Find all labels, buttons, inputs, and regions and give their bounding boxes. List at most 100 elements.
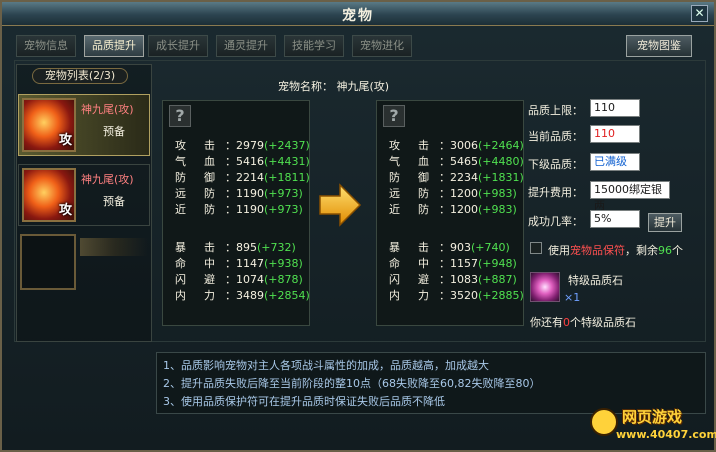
stat-label: 命中 [389, 257, 429, 270]
stat-row: 暴击 ：903(+740) [377, 239, 525, 255]
pet-name-label: 宠物名称： 神九尾(攻) [278, 80, 390, 93]
stat-row: 攻击 ：3006(+2464) [377, 137, 525, 153]
stone-have-count: 0 [563, 316, 570, 329]
stat-colon: ： [225, 241, 236, 254]
stat-value: ：1200(+983) [439, 185, 517, 201]
stat-value: ：3489(+2854) [225, 287, 310, 303]
pet-gallery-button[interactable]: 宠物图鉴 [626, 35, 692, 57]
stat-bonus: (+1811) [264, 171, 310, 184]
next-quality-field: 已满级 [590, 153, 640, 171]
stat-row: 内力 ：3489(+2854) [163, 287, 311, 303]
stat-label: 气血 [175, 155, 215, 168]
tab-growth-upgrade[interactable]: 成长提升 [148, 35, 208, 57]
stat-colon: ： [439, 257, 450, 270]
stone-inventory-text: 你还有0个特级品质石 [530, 314, 636, 330]
protect-option: 使用宠物品保符，剩余96个 [548, 242, 683, 258]
pet-item-status: 预备 [103, 195, 125, 208]
current-stats-panel: ? 攻击：2979(+2437)气血：5416(+4431)防御：2214(+1… [162, 100, 310, 326]
stat-value: ：2214(+1811) [225, 169, 310, 185]
pet-item-name: 神九尾(攻) [81, 173, 134, 186]
next-quality-label: 下级品质： [528, 158, 583, 171]
tab-quality-upgrade[interactable]: 品质提升 [84, 35, 144, 57]
stat-bonus: (+2885) [478, 289, 524, 302]
protect-item-link[interactable]: 宠物品保符 [570, 244, 625, 257]
tab-spirit-upgrade[interactable]: 通灵提升 [216, 35, 276, 57]
empty-slot-bar [80, 238, 148, 256]
stat-colon: ： [439, 289, 450, 302]
stat-row: 闪避 ：1083(+887) [377, 271, 525, 287]
stat-row: 命中 ：1157(+948) [377, 255, 525, 271]
stat-number: 1190 [236, 187, 264, 200]
max-quality-label: 品质上限： [528, 104, 583, 117]
quality-stone-icon[interactable] [530, 272, 560, 302]
empty-pet-slot[interactable] [20, 234, 76, 290]
stat-bonus: (+2854) [264, 289, 310, 302]
pet-list-item[interactable]: 攻 神九尾(攻) 预备 [18, 94, 150, 156]
stat-value: ：1147(+938) [225, 255, 303, 271]
stat-number: 1200 [450, 203, 478, 216]
close-button[interactable]: ✕ [691, 5, 708, 22]
tab-pet-evolution[interactable]: 宠物进化 [352, 35, 412, 57]
stat-label: 防御 [389, 171, 429, 184]
stat-label: 暴击 [389, 241, 429, 254]
stat-value: ：1074(+878) [225, 271, 303, 287]
upgrade-button[interactable]: 提升 [648, 213, 682, 232]
stat-bonus: (+1831) [478, 171, 524, 184]
stat-number: 1083 [450, 273, 478, 286]
stat-label: 内力 [389, 289, 429, 302]
protect-checkbox[interactable] [530, 242, 542, 254]
stat-number: 5465 [450, 155, 478, 168]
tab-skill-learning[interactable]: 技能学习 [284, 35, 344, 57]
protect-count: 96 [658, 244, 672, 257]
stat-colon: ： [225, 171, 236, 184]
stat-value: ：5465(+4480) [439, 153, 524, 169]
stat-row: 攻击 ：2979(+2437) [163, 137, 311, 153]
question-icon: ? [383, 105, 405, 127]
stat-label: 暴击 [175, 241, 215, 254]
stat-bonus: (+938) [264, 257, 303, 270]
stat-bonus: (+2464) [478, 139, 524, 152]
stat-number: 2214 [236, 171, 264, 184]
stat-row: 气血 ：5465(+4480) [377, 153, 525, 169]
success-rate-label: 成功几率： [528, 215, 583, 228]
stat-bonus: (+983) [478, 203, 517, 216]
stat-value: ：5416(+4431) [225, 153, 310, 169]
stat-number: 1147 [236, 257, 264, 270]
current-quality-label: 当前品质： [528, 130, 583, 143]
stat-value: ：1200(+983) [439, 201, 517, 217]
stat-number: 895 [236, 241, 257, 254]
stat-bonus: (+948) [478, 257, 517, 270]
protect-suffix: 个 [672, 244, 683, 257]
stat-bonus: (+973) [264, 203, 303, 216]
stat-number: 3520 [450, 289, 478, 302]
stat-value: ：1190(+973) [225, 201, 303, 217]
stat-value: ：2234(+1831) [439, 169, 524, 185]
pet-list-item[interactable]: 攻 神九尾(攻) 预备 [18, 164, 150, 226]
stat-number: 1074 [236, 273, 264, 286]
stat-number: 1190 [236, 203, 264, 216]
stat-colon: ： [225, 289, 236, 302]
attack-badge: 攻 [58, 133, 72, 148]
stat-number: 3006 [450, 139, 478, 152]
note-line: 1、品质影响宠物对主人各项战斗属性的加成，品质越高，加成越大 [163, 359, 489, 372]
stat-label: 攻击 [175, 139, 215, 152]
stone-have-prefix: 你还有 [530, 316, 563, 329]
stat-label: 命中 [175, 257, 215, 270]
stat-label: 气血 [389, 155, 429, 168]
stat-bonus: (+740) [471, 241, 510, 254]
stat-bonus: (+887) [478, 273, 517, 286]
stat-colon: ： [225, 273, 236, 286]
stat-bonus: (+2437) [264, 139, 310, 152]
stat-value: ：1190(+973) [225, 185, 303, 201]
title-bar: 宠物 ✕ [2, 2, 714, 26]
pet-item-name: 神九尾(攻) [81, 103, 134, 116]
stat-colon: ： [439, 139, 450, 152]
stat-value: ：2979(+2437) [225, 137, 310, 153]
success-rate-field: 5% [590, 210, 640, 228]
tab-pet-info[interactable]: 宠物信息 [16, 35, 76, 57]
stat-bonus: (+732) [257, 241, 296, 254]
stat-number: 2979 [236, 139, 264, 152]
stat-number: 5416 [236, 155, 264, 168]
stat-label: 攻击 [389, 139, 429, 152]
stat-row: 暴击 ：895(+732) [163, 239, 311, 255]
